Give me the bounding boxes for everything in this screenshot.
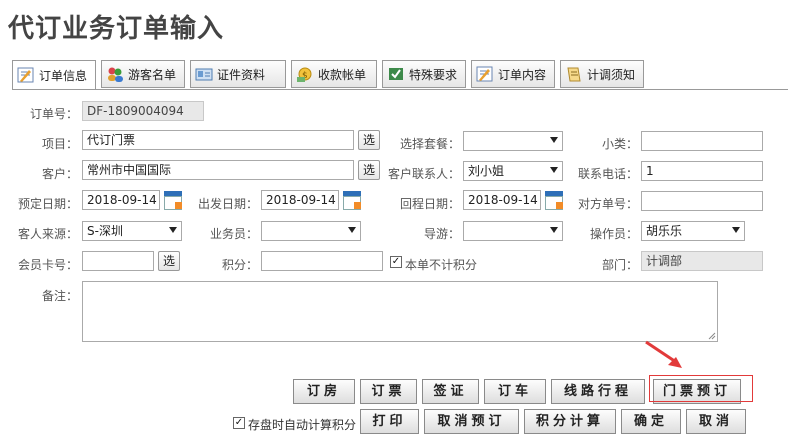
special-request-icon (387, 65, 405, 83)
customer-input[interactable]: 常州市中国国际 (82, 160, 354, 180)
chevron-down-icon (550, 167, 558, 173)
source-select[interactable]: S-深圳 (82, 221, 182, 241)
tab-label: 订单信息 (39, 68, 88, 83)
tab-label: 特殊要求 (409, 67, 458, 82)
money-icon: $ (296, 65, 314, 83)
salesman-label: 业务员： (209, 227, 258, 241)
source-value: S-深圳 (87, 224, 123, 238)
phone-label: 联系电话： (577, 167, 638, 181)
member-card-pick-button[interactable]: 选 (158, 251, 180, 271)
return-date-input[interactable]: 2018-09-14 (463, 190, 541, 210)
operator-select[interactable]: 胡乐乐 (641, 221, 745, 241)
notes-icon (565, 65, 583, 83)
package-label: 选择套餐： (399, 137, 460, 151)
book-hotel-button[interactable]: 订房 (293, 379, 355, 404)
no-points-label: 本单不计积分 (405, 258, 478, 272)
guide-select[interactable] (463, 221, 563, 241)
dept-label: 部门： (601, 258, 638, 272)
order-info-icon (17, 66, 35, 84)
book-date-label: 预定日期： (17, 197, 78, 211)
chevron-down-icon (550, 227, 558, 233)
book-ticket-button[interactable]: 订票 (360, 379, 417, 404)
salesman-select[interactable] (261, 221, 361, 241)
tab-dispatch-notes[interactable]: 计调须知 (560, 60, 644, 88)
member-card-label: 会员卡号： (17, 258, 78, 272)
no-points-checkbox[interactable]: ✓ (390, 256, 402, 268)
tab-payment-bill[interactable]: $ 收款帐单 (291, 60, 377, 88)
other-no-label: 对方单号： (577, 197, 638, 211)
people-icon (106, 65, 124, 83)
remark-textarea[interactable] (82, 281, 718, 342)
contact-label: 客户联系人： (387, 167, 460, 181)
package-select[interactable] (463, 131, 563, 151)
guide-label: 导游： (423, 227, 460, 241)
chevron-down-icon (550, 137, 558, 143)
remark-label: 备注： (41, 289, 78, 303)
order-content-icon (476, 65, 494, 83)
book-date-input[interactable]: 2018-09-14 (82, 190, 160, 210)
tab-label: 收款帐单 (318, 67, 367, 82)
cancel-button[interactable]: 取消 (686, 409, 746, 434)
route-itinerary-button[interactable]: 线路行程 (551, 379, 645, 404)
project-pick-button[interactable]: 选 (358, 130, 380, 150)
confirm-button[interactable]: 确定 (621, 409, 681, 434)
calendar-icon[interactable] (164, 191, 182, 210)
tab-tourist-list[interactable]: 游客名单 (101, 60, 185, 88)
depart-date-input[interactable]: 2018-09-14 (261, 190, 339, 210)
tab-order-content[interactable]: 订单内容 (471, 60, 555, 88)
subtype-input[interactable] (641, 131, 763, 151)
project-label: 项目： (41, 137, 78, 151)
tab-order-info[interactable]: 订单信息 (12, 60, 96, 90)
calendar-icon[interactable] (343, 191, 361, 210)
other-no-input[interactable] (641, 191, 763, 211)
member-card-input[interactable] (82, 251, 154, 271)
auto-calc-label: 存盘时自动计算积分 (248, 418, 357, 432)
calc-points-button[interactable]: 积分计算 (524, 409, 616, 434)
chevron-down-icon (169, 227, 177, 233)
chevron-down-icon (348, 227, 356, 233)
book-car-button[interactable]: 订车 (484, 379, 546, 404)
customer-pick-button[interactable]: 选 (358, 160, 380, 180)
customer-label: 客户： (41, 167, 78, 181)
annotation-arrow-icon (645, 340, 682, 368)
tab-label: 计调须知 (587, 67, 636, 82)
tab-divider (12, 89, 788, 90)
tab-label: 证件资料 (217, 67, 266, 82)
visa-button[interactable]: 签证 (422, 379, 479, 404)
return-date-label: 回程日期： (399, 197, 460, 211)
dept-field: 计调部 (641, 251, 763, 271)
phone-input[interactable]: 1 (641, 161, 763, 181)
tab-label: 游客名单 (128, 67, 177, 82)
auto-calc-checkbox[interactable]: ✓ (233, 417, 245, 429)
points-input[interactable] (261, 251, 383, 271)
resize-handle-icon (708, 332, 716, 340)
cancel-booking-button[interactable]: 取消预订 (424, 409, 519, 434)
calendar-icon[interactable] (545, 191, 563, 210)
points-label: 积分： (221, 258, 258, 272)
order-no-label: 订单号： (29, 107, 78, 121)
tab-id-docs[interactable]: 证件资料 (190, 60, 286, 88)
print-button[interactable]: 打印 (360, 409, 419, 434)
chevron-down-icon (732, 227, 740, 233)
order-no-field: DF-1809004094 (82, 101, 204, 121)
operator-label: 操作员： (589, 227, 638, 241)
contact-select[interactable]: 刘小姐 (463, 161, 563, 181)
source-label: 客人来源： (17, 227, 78, 241)
project-input[interactable]: 代订门票 (82, 130, 354, 150)
id-card-icon (195, 65, 213, 83)
contact-value: 刘小姐 (468, 164, 505, 178)
highlight-box (649, 375, 753, 402)
operator-value: 胡乐乐 (646, 224, 683, 238)
page-title: 代订业务订单输入 (8, 14, 225, 44)
depart-date-label: 出发日期： (197, 197, 258, 211)
subtype-label: 小类： (601, 137, 638, 151)
tab-special-requests[interactable]: 特殊要求 (382, 60, 466, 88)
tab-label: 订单内容 (498, 67, 547, 82)
